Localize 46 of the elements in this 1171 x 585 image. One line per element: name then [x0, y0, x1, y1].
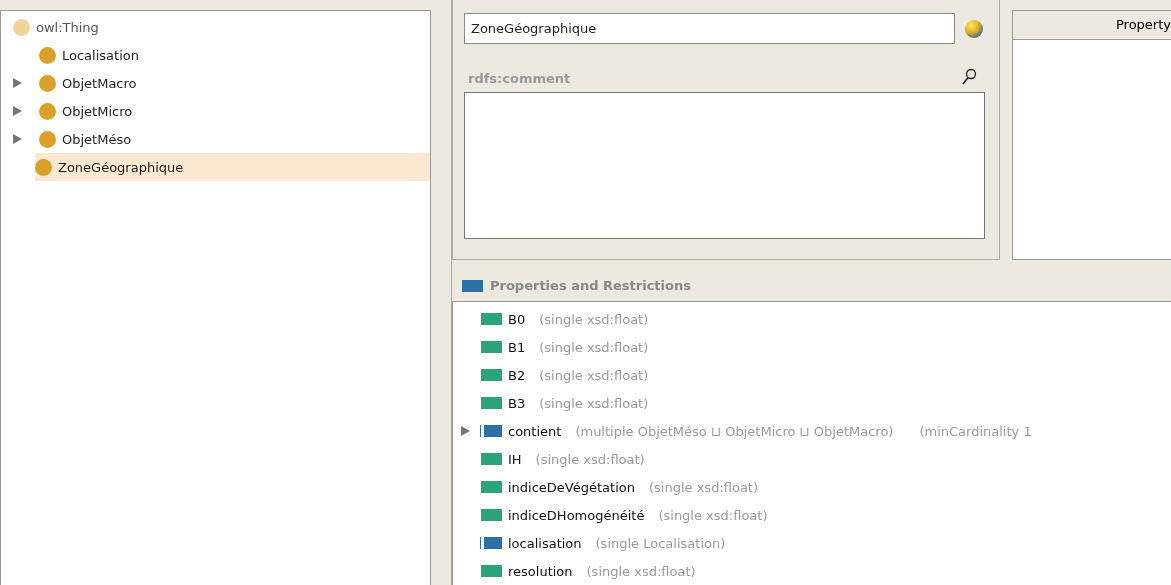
class-icon: [39, 74, 56, 92]
property-name[interactable]: B2: [508, 367, 526, 383]
property-name[interactable]: resolution: [508, 563, 573, 579]
property-name[interactable]: IH: [508, 451, 522, 467]
property-range: (single xsd:float): [658, 507, 768, 523]
class-icon: [35, 158, 52, 176]
expand-icon[interactable]: [13, 78, 22, 88]
property-range: (single xsd:float): [535, 451, 645, 467]
expand-icon[interactable]: [13, 134, 22, 144]
search-icon[interactable]: [961, 68, 977, 86]
property-range: (single xsd:float): [539, 395, 649, 411]
globe-icon[interactable]: [963, 17, 985, 40]
class-icon: [39, 130, 56, 148]
property-name[interactable]: localisation: [508, 535, 582, 551]
property-name[interactable]: B3: [508, 395, 526, 411]
expand-icon[interactable]: [13, 106, 22, 116]
property-range: (single xsd:float): [539, 367, 649, 383]
class-icon: [39, 46, 56, 64]
properties-icon: [462, 279, 483, 292]
comment-label: rdfs:comment: [468, 71, 571, 86]
property-name[interactable]: indiceDeVégétation: [508, 479, 635, 495]
tree-item[interactable]: ObjetMacro: [62, 75, 137, 91]
property-range: (single xsd:float): [648, 479, 759, 495]
tree-item[interactable]: ObjetMéso: [62, 131, 132, 147]
selected-row[interactable]: ZoneGéographique: [35, 153, 430, 181]
property-name[interactable]: contient: [508, 423, 562, 439]
comment-field[interactable]: [464, 92, 985, 239]
tree-item[interactable]: ZoneGéographique: [58, 159, 184, 175]
expand-icon[interactable]: [461, 426, 470, 436]
tree-item[interactable]: owl:Thing: [36, 19, 99, 35]
property-name[interactable]: B1: [508, 339, 526, 355]
tree-item[interactable]: ObjetMicro: [62, 103, 133, 119]
property-name[interactable]: indiceDHomogénéité: [508, 507, 645, 523]
class-icon: [39, 102, 56, 120]
class-icon: [13, 18, 30, 36]
property-name[interactable]: B0: [508, 311, 526, 327]
column-header[interactable]: Property: [1013, 11, 1171, 40]
property-range: (single xsd:float): [539, 339, 649, 355]
name-field[interactable]: ZoneGéographique: [464, 13, 956, 44]
property-range: (single Localisation): [595, 535, 726, 551]
property-range: (multiple ObjetMéso ⊔ ObjetMicro ⊔ ObjetMacro): [575, 423, 894, 439]
property-range: (single xsd:float): [586, 563, 696, 579]
section-title: Properties and Restrictions: [490, 278, 691, 293]
property-range: (single xsd:float): [539, 311, 649, 327]
property-restriction: (minCardinality 1: [919, 423, 1032, 439]
tree-item[interactable]: Localisation: [62, 47, 139, 63]
